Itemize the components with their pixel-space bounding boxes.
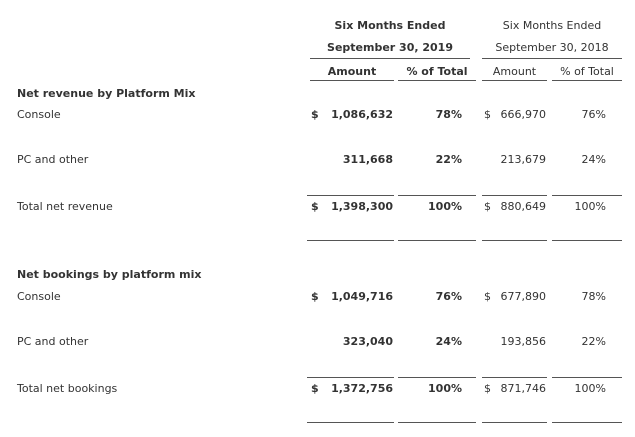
total-rule-pct-2019 (398, 422, 476, 423)
revenue-row-amount-2018: 213,679 (500, 153, 547, 166)
bookings-total-dollar-2019: $ (311, 382, 319, 395)
subtotal-rule-amount-2019 (307, 195, 394, 196)
revenue-row-pct-2019: 22% (435, 153, 462, 166)
subtotal-rule-amount-2019 (307, 377, 394, 378)
col-rule-pct-2019 (398, 80, 476, 81)
bookings-total-label: Total net bookings (17, 382, 118, 395)
total-rule-amount-2018 (482, 240, 547, 241)
subtotal-rule-pct-2019 (398, 377, 476, 378)
revenue-row-label: Console (17, 108, 61, 121)
bookings-row-label: Console (17, 290, 61, 303)
bookings-row-pct-2019: 24% (435, 335, 462, 348)
revenue-total-dollar-2019: $ (311, 200, 319, 213)
subtotal-rule-amount-2018 (482, 377, 547, 378)
subtotal-rule-pct-2019 (398, 195, 476, 196)
bookings-row-amount-2018: 677,890 (500, 290, 547, 303)
revenue-row-amount-2019: 1,086,632 (331, 108, 393, 121)
total-rule-pct-2018 (552, 240, 622, 241)
revenue-total-label: Total net revenue (17, 200, 113, 213)
revenue-total-amount-2018: 880,649 (500, 200, 547, 213)
bookings-row-amount-2019: 323,040 (342, 335, 393, 348)
total-rule-pct-2019 (398, 240, 476, 241)
revenue-row-amount-2018: 666,970 (500, 108, 547, 121)
revenue-row-dollar-2019: $ (311, 108, 319, 121)
bookings-row-amount-2018: 193,856 (500, 335, 547, 348)
bookings-total-pct-2018: 100% (574, 382, 606, 395)
col-amount-2019: Amount (327, 65, 377, 78)
revenue-row-pct-2018: 76% (581, 108, 606, 121)
bookings-total-amount-2018: 871,746 (500, 382, 547, 395)
subtotal-rule-pct-2018 (552, 377, 622, 378)
revenue-row-pct-2018: 24% (581, 153, 606, 166)
revenue-row-amount-2019: 311,668 (342, 153, 393, 166)
date-2018-header: September 30, 2018 (495, 41, 609, 54)
revenue-section-title: Net revenue by Platform Mix (17, 87, 196, 100)
revenue-row-pct-2019: 78% (435, 108, 462, 121)
revenue-row-label: PC and other (17, 153, 89, 166)
date-2019-header: September 30, 2019 (327, 41, 453, 54)
col-rule-amount-2018 (482, 80, 547, 81)
subtotal-rule-amount-2018 (482, 195, 547, 196)
header-rule-2019 (310, 58, 470, 59)
period-2019-header: Six Months Ended (334, 19, 446, 32)
bookings-row-pct-2018: 22% (581, 335, 606, 348)
bookings-row-amount-2019: 1,049,716 (331, 290, 393, 303)
bookings-total-amount-2019: 1,372,756 (331, 382, 393, 395)
total-rule-pct-2018 (552, 422, 622, 423)
col-rule-pct-2018 (552, 80, 622, 81)
revenue-total-pct-2019: 100% (428, 200, 462, 213)
revenue-total-pct-2018: 100% (574, 200, 606, 213)
period-2018-header: Six Months Ended (502, 19, 602, 32)
subtotal-rule-pct-2018 (552, 195, 622, 196)
col-pct-2018: % of Total (560, 65, 614, 78)
bookings-row-label: PC and other (17, 335, 89, 348)
total-rule-amount-2019 (307, 422, 394, 423)
total-rule-amount-2018 (482, 422, 547, 423)
col-amount-2018: Amount (492, 65, 537, 78)
bookings-row-pct-2018: 78% (581, 290, 606, 303)
revenue-total-amount-2019: 1,398,300 (331, 200, 393, 213)
bookings-total-pct-2019: 100% (428, 382, 462, 395)
col-rule-amount-2019 (310, 80, 394, 81)
bookings-row-dollar-2019: $ (311, 290, 319, 303)
bookings-section-title: Net bookings by platform mix (17, 268, 202, 281)
col-pct-2019: % of Total (406, 65, 468, 78)
header-rule-2018 (482, 58, 622, 59)
total-rule-amount-2019 (307, 240, 394, 241)
bookings-row-pct-2019: 76% (435, 290, 462, 303)
